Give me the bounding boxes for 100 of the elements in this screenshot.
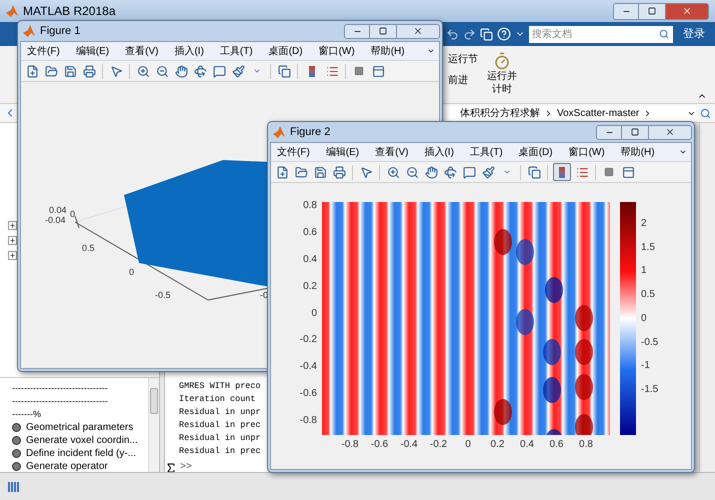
x-tick-label: 0.6 — [548, 439, 564, 451]
rotate-icon[interactable] — [442, 164, 458, 180]
search-field[interactable]: 搜索文档 — [529, 26, 659, 42]
menu-item[interactable]: 编辑(E) — [326, 144, 360, 160]
menu-item[interactable]: 窗口(W) — [318, 44, 355, 58]
colorbar-tick-label: -1.5 — [641, 384, 658, 396]
open-folder-icon[interactable] — [43, 63, 59, 79]
maximize-button[interactable] — [639, 2, 665, 20]
y-tick-label: -0.2 — [300, 334, 317, 346]
axis-tick-label: 0.04 — [49, 205, 67, 215]
menu-item[interactable]: 编辑(E) — [76, 44, 110, 58]
outline-item[interactable]: Generate voxel coordin... — [12, 434, 148, 447]
outline-item[interactable]: Geometrical parameters — [12, 421, 148, 434]
y-tick-label: -0.8 — [300, 415, 317, 427]
path-segment[interactable]: 体积积分方程求解 — [460, 106, 540, 120]
menu-item[interactable]: 插入(I) — [424, 144, 454, 160]
save-icon[interactable] — [62, 63, 78, 79]
x-tick-label: 0 — [464, 439, 472, 451]
chevron-right-icon[interactable] — [544, 108, 553, 118]
search-icon[interactable] — [659, 26, 673, 42]
axis-tick-label: -0.5 — [155, 290, 171, 300]
expand-icon[interactable] — [8, 251, 17, 260]
x-tick-label: -0.2 — [428, 439, 448, 451]
menu-item[interactable]: 桌面(D) — [268, 44, 303, 58]
print-icon[interactable] — [81, 63, 97, 79]
timer-icon — [493, 52, 511, 70]
zoom-in-icon[interactable] — [385, 164, 401, 180]
window-title: Figure 2 — [290, 124, 330, 140]
zoom-in-icon[interactable] — [135, 63, 151, 79]
menu-item[interactable]: 帮助(H) — [620, 144, 655, 160]
y-tick-label: 0.6 — [303, 226, 317, 239]
menu-item[interactable]: 工具(T) — [220, 44, 253, 58]
copy-icon[interactable] — [526, 164, 542, 180]
zoom-out-icon[interactable] — [154, 63, 170, 79]
expand-icon[interactable] — [8, 221, 17, 230]
scrollbar[interactable] — [148, 378, 159, 472]
y-tick-label: 0.4 — [303, 254, 317, 266]
run-and-time-button[interactable]: 运行并计时 — [486, 52, 518, 103]
menu-item[interactable]: 桌面(D) — [518, 144, 553, 160]
axis-tick-label: 0 — [129, 267, 134, 277]
brush-icon[interactable] — [480, 164, 496, 180]
print-icon[interactable] — [331, 164, 347, 180]
dock-icon[interactable] — [679, 148, 687, 156]
command-output-line: Residual in unpr — [179, 406, 261, 419]
undo-icon[interactable] — [446, 28, 459, 40]
expand-icon[interactable] — [8, 236, 17, 245]
scrollbar[interactable] — [699, 123, 715, 472]
command-output-line: Residual in prec — [179, 419, 261, 432]
logo-icon — [273, 126, 285, 138]
menu-item[interactable]: 工具(T) — [470, 144, 503, 160]
maximize-icon — [379, 27, 387, 35]
logo-icon — [6, 5, 18, 17]
login-button[interactable]: 登录 — [683, 26, 705, 42]
zoom-out-icon[interactable] — [404, 164, 420, 180]
x-tick-label: 0.2 — [490, 439, 506, 451]
outline-text: -------------------------------- — [12, 395, 109, 408]
menu-item[interactable]: 窗口(W) — [568, 144, 605, 160]
axis-tick-label: 0 — [70, 209, 76, 219]
menu-item[interactable]: 插入(I) — [174, 44, 204, 58]
layout-icon[interactable] — [8, 482, 19, 492]
command-output-line: Residual in prec — [179, 445, 261, 458]
hand-icon[interactable] — [423, 164, 439, 180]
brush-icon[interactable] — [230, 63, 246, 79]
help-icon[interactable] — [497, 27, 511, 41]
x-tick-label: 0.8 — [578, 439, 594, 451]
command-prompt: >> — [180, 461, 192, 475]
rotate-icon[interactable] — [192, 63, 208, 79]
window-title: Figure 1 — [40, 24, 80, 39]
colorbar-tick-label: 2 — [641, 218, 647, 230]
save-icon[interactable] — [312, 164, 328, 180]
redo-icon[interactable] — [463, 28, 476, 40]
logo-icon — [23, 25, 35, 37]
outline-item[interactable]: Define incident field (y-... — [12, 447, 148, 460]
menu-item[interactable]: 查看(V) — [125, 44, 158, 58]
open-folder-icon[interactable] — [293, 164, 309, 180]
path-segment[interactable]: VoxScatter-master — [557, 106, 640, 120]
menu-item[interactable]: 文件(F) — [27, 44, 60, 58]
colorbar-tick-label: 0.5 — [641, 289, 655, 302]
close-icon — [665, 127, 675, 137]
maximize-button[interactable] — [370, 24, 396, 38]
dock-icon[interactable] — [427, 47, 435, 55]
colorbar-toggle-button[interactable] — [553, 163, 571, 181]
colorbar-tick-label: 0 — [641, 312, 647, 325]
axis-tick-label: -0.04 — [45, 215, 66, 225]
copy-icon[interactable] — [276, 63, 292, 79]
maximize-button[interactable] — [622, 124, 648, 140]
advance-button[interactable]: 前进 — [448, 73, 478, 88]
search-icon[interactable] — [700, 108, 711, 118]
command-output-line: Iteration count — [179, 393, 256, 406]
menu-item[interactable]: 查看(V) — [375, 144, 408, 160]
window-title: MATLAB R2018a — [23, 3, 116, 20]
hand-icon[interactable] — [173, 63, 189, 79]
colorbar-tick-label: 1.5 — [641, 242, 655, 254]
menu-item[interactable]: 帮助(H) — [370, 44, 405, 58]
command-output-line: GMRES WITH preco — [179, 380, 261, 393]
x-tick-label: 0.4 — [519, 439, 535, 451]
y-tick-label: -0.4 — [300, 361, 317, 374]
run-section-button[interactable]: 运行节 — [448, 52, 478, 67]
menu-item[interactable]: 文件(F) — [277, 144, 310, 160]
x-tick-label: -0.8 — [340, 439, 360, 451]
